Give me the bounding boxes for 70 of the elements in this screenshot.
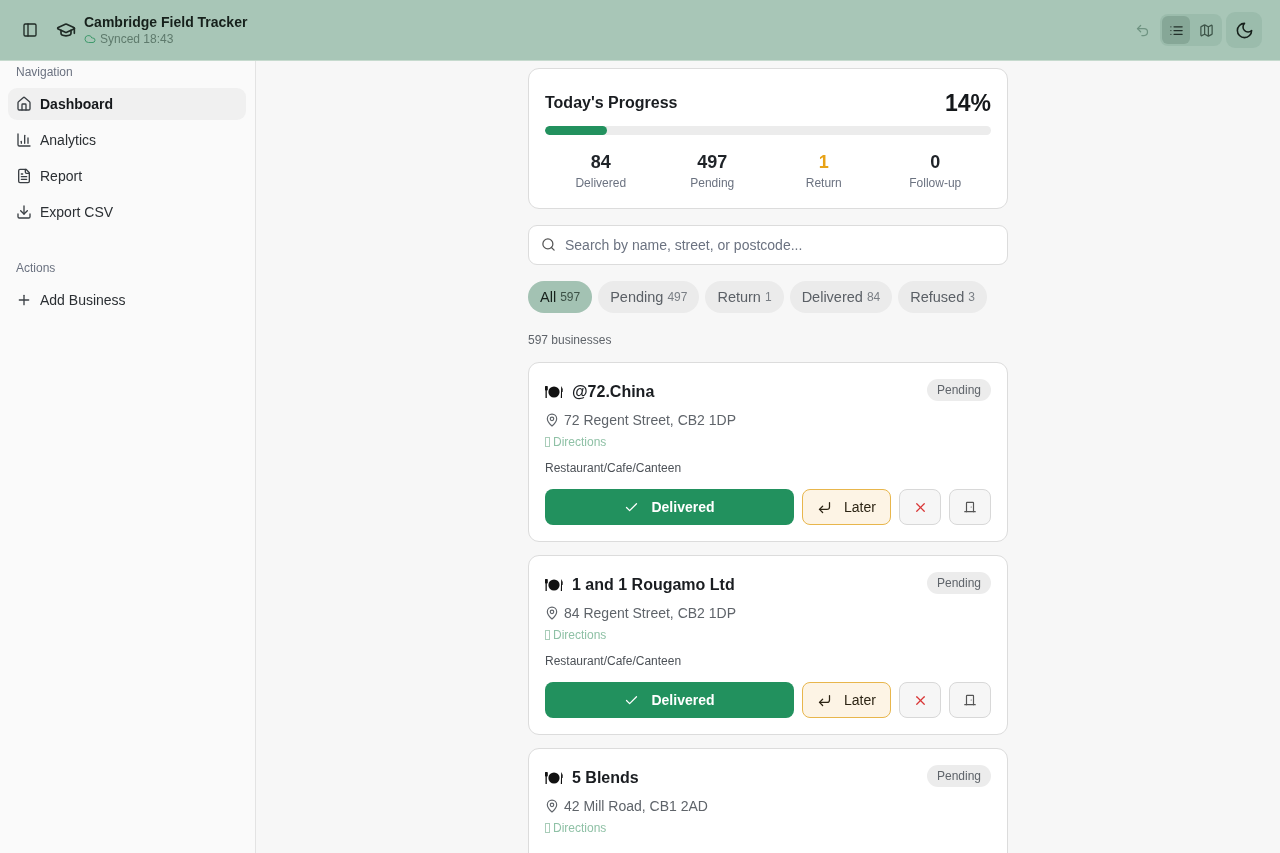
map-pin-icon: [545, 606, 559, 620]
business-address: 84 Regent Street, CB2 1DP: [564, 604, 736, 623]
add-business-link[interactable]: Add Business: [8, 284, 246, 316]
dashboard-link[interactable]: Dashboard: [8, 88, 246, 120]
filter-chip[interactable]: Delivered 84: [789, 281, 893, 313]
business-name: 5 Blends: [572, 769, 639, 787]
stat-label: Follow-up: [909, 175, 962, 192]
status-badge: Pending: [926, 572, 991, 594]
return-arrow-icon: [817, 692, 833, 708]
moon-icon: [1234, 20, 1254, 40]
progress-title: Today's Progress: [545, 94, 678, 112]
report-link[interactable]: Report: [8, 160, 246, 192]
map-pin-icon: [545, 413, 559, 427]
delivered-button[interactable]: Delivered: [545, 489, 794, 525]
stat-label: Return: [805, 175, 842, 192]
search-field[interactable]: Search by name, street, or postcode...: [528, 225, 1008, 265]
stat-value: 84: [590, 151, 611, 174]
house-icon: [16, 96, 32, 112]
plus-icon: [16, 292, 32, 308]
business-address: 42 Mill Road, CB1 2AD: [564, 797, 708, 816]
filter-chip[interactable]: Pending 497: [598, 281, 700, 313]
business-category: Restaurant/Cafe/Canteen: [545, 460, 682, 476]
app-title: Cambridge Field Tracker: [84, 13, 248, 31]
business-name: @72.China: [572, 383, 655, 401]
filter-chip[interactable]: Return 1: [705, 281, 784, 313]
door-icon: [963, 693, 977, 707]
document-icon: [16, 168, 32, 184]
later-button[interactable]: Later: [802, 682, 891, 718]
theme-toggle-button[interactable]: [1226, 12, 1262, 48]
bar-chart-icon: [16, 132, 32, 148]
progress-percent: 14%: [944, 89, 991, 117]
status-badge: Pending: [926, 379, 991, 401]
sidebar-panel-icon: [22, 22, 38, 38]
view-button[interactable]: [1162, 16, 1190, 44]
glyph-box-icon: [545, 823, 550, 833]
glyph-box-icon: [545, 630, 550, 640]
plate-cutlery-icon: [545, 579, 563, 591]
sync-status: Synced 18:43: [100, 31, 174, 47]
map-icon: [1198, 22, 1214, 38]
stat-label: Pending: [690, 175, 735, 192]
result-count: 597 businesses: [528, 332, 612, 348]
export-csv-link[interactable]: Export CSV: [8, 196, 246, 228]
plate-cutlery-icon: [545, 386, 563, 398]
stat-value: 0: [930, 151, 941, 174]
business-address: 72 Regent Street, CB2 1DP: [564, 411, 736, 430]
door-button[interactable]: [949, 682, 991, 718]
cloud-icon: [84, 33, 96, 45]
business-name: 1 and 1 Rougamo Ltd: [572, 576, 735, 594]
door-button[interactable]: [949, 489, 991, 525]
download-icon: [16, 204, 32, 220]
filter-chip[interactable]: Refused 3: [898, 281, 987, 313]
business-category: Restaurant/Cafe/Canteen: [545, 653, 682, 669]
section-heading: Actions: [15, 260, 57, 277]
return-arrow-icon: [817, 499, 833, 515]
analytics-link[interactable]: Analytics: [8, 124, 246, 156]
stat-value: 497: [697, 151, 728, 174]
later-button[interactable]: Later: [802, 489, 891, 525]
delivered-button[interactable]: Delivered: [545, 682, 794, 718]
graduation-cap-icon: [56, 20, 76, 40]
filter-chip[interactable]: All 597: [528, 281, 593, 313]
undo-icon: [1134, 22, 1150, 38]
stat-label: Delivered: [575, 175, 627, 192]
map-pin-icon: [545, 799, 559, 813]
door-icon: [963, 500, 977, 514]
section-heading: Navigation: [15, 64, 74, 81]
glyph-box-icon: [545, 437, 550, 447]
stat-value: 1: [818, 151, 829, 174]
plate-cutlery-icon: [545, 772, 563, 784]
status-badge: Pending: [926, 765, 991, 787]
search-icon: [541, 237, 556, 252]
